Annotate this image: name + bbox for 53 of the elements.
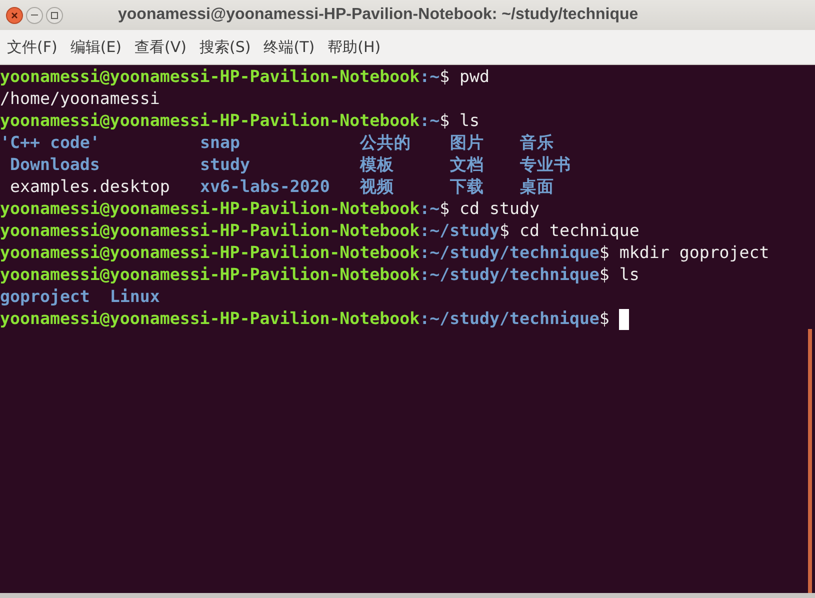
prompt-user: yoonamessi@yoonamessi-HP-Pavilion-Notebook	[0, 220, 420, 242]
menu-item[interactable]: 文件(F)	[7, 36, 58, 58]
prompt-user: yoonamessi@yoonamessi-HP-Pavilion-Notebook	[0, 110, 420, 132]
menu-item[interactable]: 搜索(S)	[200, 36, 251, 58]
directory-name: snap	[200, 132, 241, 154]
command-text: $ ls	[599, 264, 640, 286]
close-icon	[11, 12, 18, 18]
directory-name: 视频	[360, 176, 395, 198]
prompt-path: :~/study	[420, 220, 500, 242]
maximize-button[interactable]	[46, 6, 63, 24]
prompt-path: :~/study/technique	[420, 264, 600, 286]
command-text: $	[599, 308, 610, 330]
prompt-user: yoonamessi@yoonamessi-HP-Pavilion-Notebook	[0, 308, 420, 330]
output-text: Linux	[110, 286, 160, 308]
directory-name: Downloads	[8, 154, 101, 176]
directory-name: 图片	[450, 132, 485, 154]
minimize-button[interactable]	[26, 6, 43, 24]
command-text: $ cd technique	[500, 220, 640, 242]
directory-name: xv6-labs-2020	[200, 176, 331, 198]
command-text: $ cd study	[440, 198, 540, 220]
prompt-user: yoonamessi@yoonamessi-HP-Pavilion-Notebook	[0, 264, 420, 286]
file-name: examples.desktop	[8, 176, 171, 198]
menu-item[interactable]: 查看(V)	[134, 36, 186, 58]
command-text: $ mkdir goproject	[599, 242, 770, 264]
prompt-path: :~/study/technique	[420, 308, 600, 330]
prompt-user: yoonamessi@yoonamessi-HP-Pavilion-Notebook	[0, 66, 420, 88]
menu-item[interactable]: 帮助(H)	[328, 36, 381, 58]
prompt-path: :~	[420, 66, 440, 88]
maximize-icon	[51, 12, 58, 18]
output-text: /home/yoonamessi	[0, 88, 160, 110]
prompt-path: :~/study/technique	[420, 242, 600, 264]
output-text: goproject	[0, 286, 90, 308]
prompt-user: yoonamessi@yoonamessi-HP-Pavilion-Notebook	[0, 242, 420, 264]
prompt-user: yoonamessi@yoonamessi-HP-Pavilion-Notebook	[0, 198, 420, 220]
directory-name: 音乐	[520, 132, 555, 154]
directory-name: 专业书	[520, 154, 572, 176]
prompt-path: :~	[420, 110, 440, 132]
minimize-icon	[31, 14, 38, 16]
directory-name: 文档	[450, 154, 485, 176]
prompt-path: :~	[420, 198, 440, 220]
menu-item[interactable]: 终端(T)	[264, 36, 315, 58]
scrollbar[interactable]	[808, 329, 812, 593]
menu-item[interactable]: 编辑(E)	[70, 36, 122, 58]
directory-name: 模板	[360, 154, 395, 176]
close-button[interactable]	[6, 6, 23, 24]
directory-name: 'C++ code'	[0, 132, 101, 154]
directory-name: 公共的	[360, 132, 412, 154]
directory-name: study	[200, 154, 251, 176]
window-title: yoonamessi@yoonamessi-HP-Pavilion-Notebook: ~/study/technique	[118, 5, 638, 25]
command-text: $ ls	[440, 110, 480, 132]
command-text: $ pwd	[440, 66, 490, 88]
directory-name: 下载	[450, 176, 485, 198]
directory-name: 桌面	[520, 176, 555, 198]
